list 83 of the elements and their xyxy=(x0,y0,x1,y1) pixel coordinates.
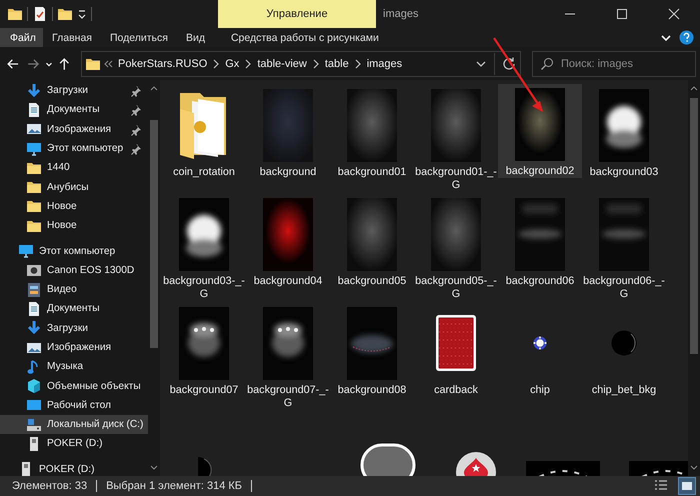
nav-item[interactable]: Музыка xyxy=(0,357,148,376)
file-item[interactable]: background01 xyxy=(330,84,414,193)
download-icon xyxy=(26,82,42,99)
ribbon-tab[interactable]: Средства работы с рисунками xyxy=(220,28,389,47)
breadcrumb[interactable]: PokerStars.RUSO xyxy=(117,58,208,70)
nav-item[interactable]: Документы xyxy=(0,100,148,120)
search-field[interactable]: Поиск: images xyxy=(532,50,696,76)
document-icon xyxy=(26,102,42,118)
scroll-thumb[interactable] xyxy=(150,120,158,348)
item-count: Элементов: 33 xyxy=(12,480,88,492)
file-item[interactable]: background03-_-G xyxy=(162,193,246,302)
scroll-thumb[interactable] xyxy=(690,98,698,354)
file-item[interactable]: background02 xyxy=(498,84,582,178)
nav-item[interactable]: Локальный диск (C:) xyxy=(0,415,148,434)
pin-icon[interactable] xyxy=(131,104,143,116)
nav-item[interactable]: Загрузки xyxy=(0,318,148,338)
folder-icon[interactable] xyxy=(7,6,23,22)
search-icon xyxy=(540,56,554,70)
nav-item[interactable]: Этот компьютер xyxy=(0,138,148,158)
file-item[interactable]: background07-_-G xyxy=(246,302,330,411)
file-item[interactable]: chip_bet_bkg xyxy=(582,302,666,411)
cube-icon xyxy=(26,378,42,394)
file-item[interactable]: background06-_-G xyxy=(582,193,666,302)
file-item[interactable]: coin_rotation xyxy=(162,84,246,193)
document-icon xyxy=(26,300,42,317)
breadcrumb[interactable]: table-view xyxy=(256,58,308,70)
nav-item[interactable]: Изображения xyxy=(0,338,148,358)
ribbon-tab[interactable]: Главная xyxy=(43,28,101,47)
nav-item[interactable]: POKER (D:) xyxy=(0,434,148,454)
nav-item[interactable]: Загрузки xyxy=(0,81,148,100)
file-item[interactable]: background07 xyxy=(162,302,246,411)
nav-item[interactable]: Рабочий стол xyxy=(0,396,148,416)
drive-icon xyxy=(26,416,42,433)
nav-item[interactable]: Новое xyxy=(0,216,148,236)
nav-item[interactable]: Этот компьютер xyxy=(0,241,148,261)
large-icons-view-icon[interactable] xyxy=(678,477,696,495)
selection-info: Выбран 1 элемент: 314 КБ xyxy=(106,480,242,492)
file-item[interactable]: background03 xyxy=(582,84,666,193)
pin-icon[interactable] xyxy=(131,124,143,136)
ribbon-tab[interactable]: Файл xyxy=(0,28,43,47)
properties-icon[interactable] xyxy=(32,6,48,22)
file-item[interactable]: background06 xyxy=(498,193,582,302)
file-item[interactable]: background01-_-G xyxy=(414,84,498,193)
file-item[interactable]: background xyxy=(246,84,330,193)
file-item[interactable]: background04 xyxy=(246,193,330,302)
refresh-icon[interactable] xyxy=(501,56,517,72)
folder-icon xyxy=(26,179,42,196)
breadcrumb[interactable]: Gx xyxy=(224,58,240,70)
nav-item[interactable]: Документы xyxy=(0,299,148,319)
image-thumbnail xyxy=(533,336,547,350)
file-item[interactable]: background08 xyxy=(330,302,414,411)
nav-item[interactable]: Объемные объекты xyxy=(0,376,148,396)
folder-icon[interactable] xyxy=(57,6,73,22)
ribbon-tab[interactable]: Вид xyxy=(176,28,214,47)
download-icon xyxy=(26,320,42,336)
folder-icon xyxy=(26,198,42,214)
computer-icon xyxy=(18,243,34,260)
camera-icon xyxy=(26,262,42,278)
contextual-tab-group: Управление xyxy=(218,0,376,28)
file-item[interactable]: chip xyxy=(498,302,582,411)
nav-item[interactable]: Анубисы xyxy=(0,177,148,197)
pin-icon[interactable] xyxy=(131,142,143,155)
video-icon xyxy=(26,282,42,298)
computer-icon xyxy=(26,140,42,157)
window-title: images xyxy=(382,7,420,22)
nav-item[interactable]: Изображения xyxy=(0,120,148,139)
image-thumbnail xyxy=(611,330,637,356)
file-item[interactable]: background05 xyxy=(330,193,414,302)
file-item[interactable]: background05-_-G xyxy=(414,193,498,302)
nav-item[interactable]: POKER (D:) xyxy=(0,460,148,476)
nav-item[interactable]: Видео xyxy=(0,280,148,300)
image-thumbnail xyxy=(435,314,477,372)
nav-item[interactable]: Canon EOS 1300D xyxy=(0,260,148,280)
image-thumbnail xyxy=(360,443,416,476)
ribbon-tab[interactable]: Поделиться xyxy=(100,28,177,47)
pin-icon[interactable] xyxy=(131,85,143,97)
file-item[interactable]: cardback xyxy=(414,302,498,411)
help-icon[interactable] xyxy=(679,30,694,45)
nav-item[interactable]: Новое xyxy=(0,196,148,216)
breadcrumb[interactable]: table xyxy=(324,58,350,70)
nav-item[interactable]: 1440 xyxy=(0,158,148,178)
breadcrumb[interactable]: images xyxy=(366,58,404,70)
address-bar[interactable]: PokerStars.RUSO Gx table-view table images xyxy=(81,50,521,76)
